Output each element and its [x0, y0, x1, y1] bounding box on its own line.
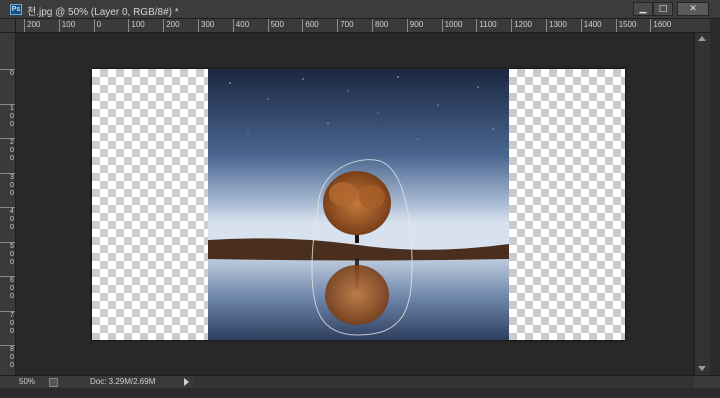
ruler-tick-label: 1400 — [580, 19, 602, 32]
resize-grip[interactable] — [694, 376, 710, 388]
document-canvas[interactable] — [92, 69, 625, 340]
ruler-tick-label: 400 — [0, 207, 15, 232]
document-size-info: Doc: 3.29M/2.69M — [90, 377, 156, 386]
photoshop-icon: Ps — [10, 4, 22, 15]
close-button[interactable]: ✕ — [677, 2, 709, 16]
transparent-area-right — [509, 69, 625, 340]
ruler-tick-label: 0 — [93, 19, 101, 32]
ruler-tick-label: 200 — [0, 138, 15, 163]
ruler-tick-label: 700 — [337, 19, 354, 32]
vertical-ruler[interactable]: 0 100 200 300 400 500 600 700 800 — [0, 33, 16, 375]
ruler-tick-label: 500 — [267, 19, 284, 32]
ruler-tick-label: 1500 — [615, 19, 636, 32]
horizontal-scrollbar[interactable] — [193, 375, 694, 388]
ruler-tick-label: 800 — [372, 19, 388, 32]
ruler-origin[interactable] — [0, 19, 16, 33]
image-layer[interactable] — [208, 69, 509, 340]
ruler-tick-label: 100 — [128, 19, 145, 32]
zoom-level[interactable]: 50% — [19, 377, 35, 386]
ruler-tick-label: 1100 — [476, 19, 497, 32]
ruler-tick-label: 100 — [0, 103, 15, 129]
ruler-tick-label: 600 — [0, 276, 15, 301]
ruler-tick-label: 200 — [24, 19, 40, 32]
scroll-up-icon[interactable] — [698, 36, 706, 41]
ruler-tick-label: 300 — [0, 172, 15, 198]
ruler-tick-label: 900 — [406, 19, 423, 32]
ruler-tick-label: 1300 — [546, 19, 567, 32]
ruler-tick-label: 700 — [0, 310, 15, 336]
ruler-tick-label: 1200 — [511, 19, 532, 32]
document-title: 천.jpg @ 50% (Layer 0, RGB/8#) * — [27, 7, 179, 18]
document-title-bar[interactable]: Ps 천.jpg @ 50% (Layer 0, RGB/8#) * ▁ □ ✕ — [0, 0, 720, 19]
ruler-tick-label: 800 — [0, 345, 15, 370]
ruler-tick-label: 600 — [302, 19, 319, 32]
vertical-scrollbar[interactable] — [694, 33, 710, 375]
canvas-workspace[interactable] — [16, 33, 694, 375]
triangle-right-icon[interactable] — [184, 378, 189, 386]
ruler-tick-label: 1600 — [650, 19, 671, 32]
proof-icon[interactable] — [49, 378, 58, 387]
maximize-button[interactable]: □ — [653, 2, 673, 16]
ruler-tick-label: 400 — [232, 19, 249, 32]
transparent-area-left — [92, 69, 208, 340]
ruler-tick-label: 100 — [58, 19, 75, 32]
horizontal-ruler[interactable]: 200 100 0 100 200 300 400 500 600 700 800 900 1000 11… — [16, 19, 710, 33]
ruler-tick-label: 1000 — [441, 19, 462, 32]
ruler-tick-label: 0 — [0, 69, 15, 78]
scroll-down-icon[interactable] — [698, 366, 706, 371]
tree-reflection-photo — [208, 69, 509, 340]
minimize-button[interactable]: ▁ — [633, 2, 653, 16]
ruler-tick-label: 200 — [163, 19, 180, 32]
ruler-tick-label: 500 — [0, 241, 15, 267]
window-bottom-edge — [0, 388, 720, 398]
ruler-tick-label: 300 — [198, 19, 214, 32]
